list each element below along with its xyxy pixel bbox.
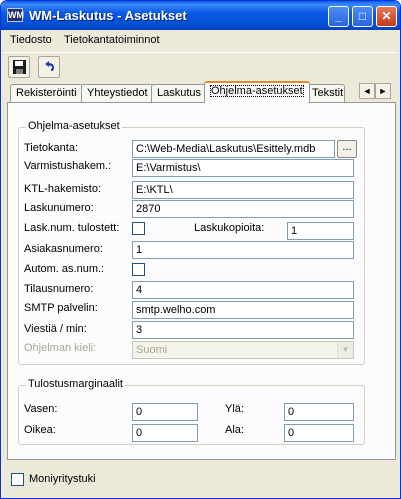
margin-bottom-label: Ala:: [225, 424, 244, 436]
tab-scroll-left-button[interactable]: ◄: [359, 83, 375, 99]
tab-strip: Rekisteröinti Yhteystiedot Laskutus Ohje…: [7, 81, 397, 103]
undo-button[interactable]: [38, 56, 60, 78]
messages-per-min-field[interactable]: 3: [132, 321, 354, 339]
margin-bottom-field[interactable]: 0: [284, 424, 354, 442]
backup-dir-field[interactable]: E:\Varmistus\: [132, 159, 354, 177]
tab-ohjelma-asetukset[interactable]: Ohjelma-asetukset: [204, 81, 310, 103]
print-invoice-number-checkbox[interactable]: [132, 222, 145, 235]
tab-label: Yhteystiedot: [87, 87, 148, 99]
footer-area: Moniyritystuki: [1, 463, 400, 498]
tab-yhteystiedot[interactable]: Yhteystiedot: [81, 84, 154, 103]
backup-dir-label: Varmistushakem.:: [24, 160, 112, 172]
database-label: Tietokanta:: [24, 142, 79, 154]
invoice-copies-label: Laskukopioita:: [194, 222, 265, 234]
toolbar: [4, 52, 398, 78]
ktl-dir-label: KTL-hakemisto:: [24, 183, 102, 195]
multi-company-label: Moniyritystuki: [29, 473, 96, 485]
auto-customer-number-checkbox[interactable]: [132, 263, 145, 276]
menu-bar: Tiedosto Tietokantatoiminnot: [4, 31, 398, 51]
smtp-server-label: SMTP palvelin:: [24, 302, 98, 314]
tab-rekisterointi[interactable]: Rekisteröinti: [10, 84, 83, 103]
ktl-dir-field[interactable]: E:\KTL\: [132, 181, 354, 199]
maximize-button[interactable]: □: [352, 6, 373, 27]
tab-label: Laskutus: [157, 87, 202, 99]
tab-label: Ohjelma-asetukset: [210, 85, 304, 97]
invoice-copies-field[interactable]: 1: [287, 222, 354, 240]
chevron-down-icon: ▼: [337, 342, 353, 358]
tab-laskutus[interactable]: Laskutus: [151, 84, 208, 103]
margin-top-label: Ylä:: [225, 403, 244, 415]
multi-company-checkbox[interactable]: [11, 473, 24, 486]
margin-left-field[interactable]: 0: [132, 403, 198, 421]
save-button[interactable]: [8, 56, 30, 78]
tab-label: Tekstit: [312, 87, 344, 99]
margin-top-field[interactable]: 0: [284, 403, 354, 421]
group-title: Ohjelma-asetukset: [26, 120, 122, 132]
window-title: WM-Laskutus - Asetukset: [29, 8, 187, 23]
margin-right-field[interactable]: 0: [132, 424, 198, 442]
menu-tiedosto[interactable]: Tiedosto: [10, 34, 52, 46]
menu-tietokantatoiminnot[interactable]: Tietokantatoiminnot: [64, 34, 160, 46]
browse-database-button[interactable]: ...: [337, 140, 357, 158]
close-button[interactable]: ✕: [376, 6, 397, 27]
settings-window: WM WM-Laskutus - Asetukset _ □ ✕ Tiedost…: [0, 0, 401, 499]
app-icon: WM: [7, 8, 24, 22]
invoice-number-field[interactable]: 2870: [132, 200, 354, 218]
smtp-server-field[interactable]: smtp.welho.com: [132, 301, 354, 319]
undo-arrow-icon: [45, 61, 54, 71]
minimize-button[interactable]: _: [328, 6, 349, 27]
margin-right-label: Oikea:: [24, 424, 56, 436]
invoice-number-label: Laskunumero:: [24, 202, 94, 214]
auto-customer-number-label: Autom. as.num.:: [24, 263, 105, 275]
language-label: Ohjelman kieli:: [24, 342, 97, 354]
print-invoice-number-label: Lask.num. tulostett:: [24, 222, 120, 234]
customer-number-field[interactable]: 1: [132, 241, 354, 259]
title-bar[interactable]: WM WM-Laskutus - Asetukset _ □ ✕: [1, 1, 400, 30]
messages-per-min-label: Viestiä / min:: [24, 323, 87, 335]
order-number-label: Tilausnumero:: [24, 283, 94, 295]
language-dropdown[interactable]: Suomi ▼: [132, 341, 354, 359]
margin-left-label: Vasen:: [24, 403, 58, 415]
database-field[interactable]: C:\Web-Media\Laskutus\Esittely.mdb: [132, 140, 335, 158]
tab-panel: Ohjelma-asetukset Tietokanta: C:\Web-Med…: [7, 102, 396, 460]
print-margins-group: Tulostusmarginaalit Vasen: 0 Oikea: 0 Yl…: [18, 378, 365, 445]
group-title: Tulostusmarginaalit: [26, 378, 125, 390]
floppy-disk-icon: [13, 60, 26, 74]
program-settings-group: Ohjelma-asetukset Tietokanta: C:\Web-Med…: [18, 120, 365, 365]
customer-number-label: Asiakasnumero:: [24, 243, 103, 255]
tab-scroll-right-button[interactable]: ►: [375, 83, 391, 99]
tab-tekstit[interactable]: Tekstit: [306, 84, 345, 103]
language-value: Suomi: [136, 344, 168, 356]
tab-label: Rekisteröinti: [16, 87, 77, 99]
order-number-field[interactable]: 4: [132, 281, 354, 299]
